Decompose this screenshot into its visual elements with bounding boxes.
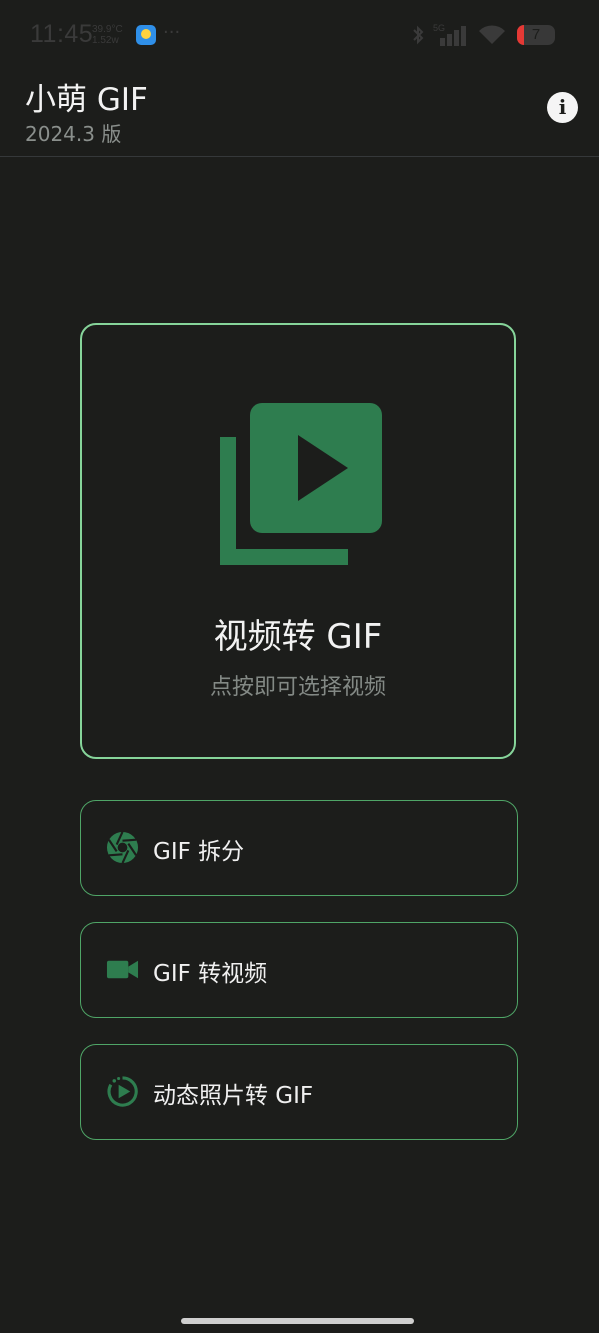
aperture-icon — [106, 831, 139, 864]
wifi-icon — [479, 25, 505, 44]
status-bar: 11:45 39.9°C 1.52w ··· 5G 7 — [0, 0, 599, 70]
videocam-icon — [106, 960, 139, 979]
battery-level: 7 — [531, 26, 541, 43]
power-readout: 1.52w — [92, 35, 119, 46]
info-icon: i — [558, 95, 567, 119]
gif-to-video-label: GIF 转视频 — [153, 961, 268, 987]
gif-split-button[interactable]: GIF 拆分 — [80, 800, 518, 896]
home-indicator[interactable] — [181, 1318, 414, 1324]
signal-icon — [440, 26, 466, 46]
weather-app-icon — [136, 25, 156, 45]
more-notifications-icon: ··· — [163, 22, 181, 43]
status-meta: 39.9°C 1.52w — [92, 24, 123, 46]
video-to-gif-hint: 点按即可选择视频 — [209, 675, 386, 700]
video-to-gif-title: 视频转 GIF — [213, 617, 383, 657]
app-title: 小萌 GIF — [25, 82, 148, 118]
temperature-readout: 39.9°C — [92, 24, 123, 35]
motion-photo-to-gif-button[interactable]: 动态照片转 GIF — [80, 1044, 518, 1140]
video-to-gif-card[interactable]: 视频转 GIF 点按即可选择视频 — [80, 323, 516, 759]
video-library-icon — [220, 403, 382, 565]
info-button[interactable]: i — [547, 92, 578, 123]
gif-to-video-button[interactable]: GIF 转视频 — [80, 922, 518, 1018]
motion-photo-icon — [107, 1076, 138, 1107]
motion-photo-to-gif-label: 动态照片转 GIF — [153, 1083, 314, 1109]
app-bar: 小萌 GIF 2024.3 版 i — [0, 70, 599, 157]
app-version: 2024.3 版 — [25, 122, 122, 146]
gif-split-label: GIF 拆分 — [153, 839, 245, 865]
status-time: 11:45 — [30, 20, 94, 48]
bluetooth-icon — [413, 25, 424, 45]
battery-icon: 7 — [517, 25, 555, 45]
